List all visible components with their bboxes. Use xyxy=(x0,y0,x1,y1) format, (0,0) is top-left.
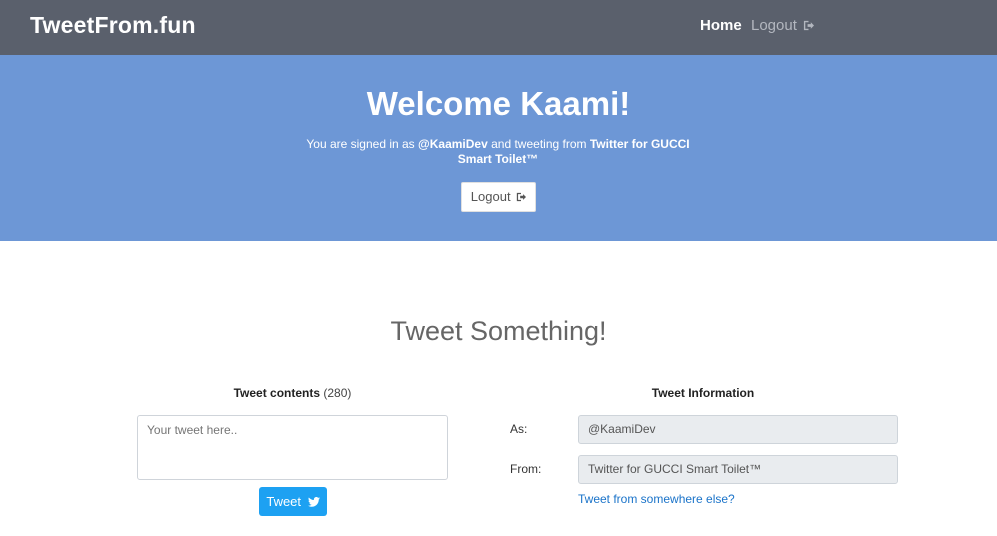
logout-button[interactable]: Logout xyxy=(461,182,536,212)
tweet-button[interactable]: Tweet xyxy=(259,487,327,516)
signed-in-handle: @KaamiDev xyxy=(418,137,488,151)
as-field: @KaamiDev xyxy=(578,415,898,444)
from-field: Twitter for GUCCI Smart Toilet™ xyxy=(578,455,898,484)
welcome-title: Welcome Kaami! xyxy=(366,85,631,122)
logout-button-label: Logout xyxy=(470,189,511,204)
brand-logo[interactable]: TweetFrom.fun xyxy=(30,12,196,39)
welcome-banner: Welcome Kaami! You are signed in as @Kaa… xyxy=(0,55,997,241)
tweet-elsewhere-link[interactable]: Tweet from somewhere else? xyxy=(578,492,735,506)
from-label: From: xyxy=(510,462,542,476)
twitter-bird-icon xyxy=(307,497,320,507)
signed-in-text: You are signed in as @KaamiDev and tweet… xyxy=(298,137,698,167)
tweet-input[interactable] xyxy=(137,415,448,480)
tweet-contents-label: Tweet contents (280) xyxy=(137,386,448,400)
signed-in-prefix: You are signed in as xyxy=(306,137,415,151)
navbar: TweetFrom.fun Home Logout xyxy=(0,0,997,55)
nav-logout-label: Logout xyxy=(751,17,797,34)
nav-home-link[interactable]: Home xyxy=(700,17,742,34)
nav-logout-link[interactable]: Logout xyxy=(751,17,815,34)
char-count: (280) xyxy=(323,386,352,400)
sign-out-icon xyxy=(517,192,527,202)
section-title: Tweet Something! xyxy=(390,316,607,346)
tweet-info-label: Tweet Information xyxy=(651,386,755,400)
tweeting-from-text: and tweeting from xyxy=(491,137,587,151)
tweet-contents-label-text: Tweet contents xyxy=(233,386,321,400)
as-label: As: xyxy=(510,422,528,436)
tweet-button-label: Tweet xyxy=(266,494,302,509)
sign-out-icon xyxy=(803,20,815,31)
